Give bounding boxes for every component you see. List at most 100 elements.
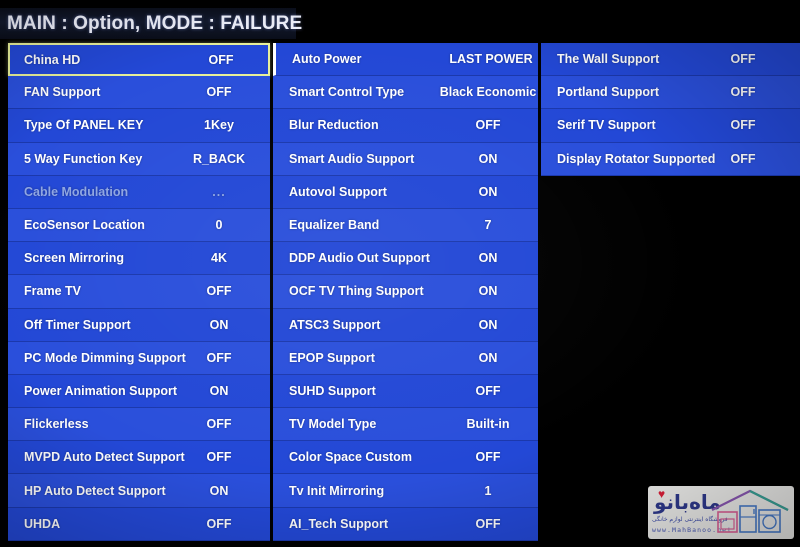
menu-row-value[interactable]: OFF: [476, 517, 501, 531]
menu-row[interactable]: UHDA OFF: [8, 507, 270, 541]
menu-row-label: EcoSensor Location: [24, 218, 145, 233]
menu-row-value[interactable]: OFF: [731, 85, 756, 99]
menu-row-label: Smart Control Type: [289, 85, 405, 100]
menu-row-label: Blur Reduction: [289, 118, 379, 133]
menu-row-value[interactable]: 7: [485, 218, 492, 232]
menu-row[interactable]: Serif TV Support OFF: [541, 109, 800, 143]
menu-row-value[interactable]: Built-in: [466, 417, 509, 431]
menu-row[interactable]: MVPD Auto Detect Support OFF: [8, 441, 270, 475]
menu-row-value[interactable]: OFF: [731, 52, 756, 66]
menu-row[interactable]: Power Animation Support ON: [8, 374, 270, 409]
menu-row[interactable]: 5 Way Function Key R_BACK: [8, 142, 270, 176]
menu-row[interactable]: The Wall Support OFF: [541, 43, 800, 77]
menu-row-value[interactable]: OFF: [476, 118, 501, 132]
menu-row-value[interactable]: ON: [479, 185, 498, 199]
menu-row[interactable]: Smart Control Type Black Economic: [273, 76, 538, 110]
menu-row-label: SUHD Support: [289, 383, 376, 398]
menu-row-label: Auto Power: [292, 52, 362, 67]
menu-row-value[interactable]: 4K: [211, 251, 227, 265]
menu-row[interactable]: Color Space Custom OFF: [273, 441, 538, 475]
menu-row[interactable]: Screen Mirroring 4K: [8, 242, 270, 276]
menu-row[interactable]: Equalizer Band 7: [273, 208, 538, 243]
menu-row-value[interactable]: OFF: [207, 351, 232, 365]
menu-row-value[interactable]: ON: [210, 384, 229, 398]
menu-row-value[interactable]: OFF: [731, 152, 756, 166]
menu-row-value: ...: [212, 184, 226, 199]
menu-row-label: DDP Audio Out Support: [289, 251, 430, 266]
menu-row-label: Smart Audio Support: [289, 151, 415, 166]
menu-row[interactable]: EcoSensor Location 0: [8, 208, 270, 243]
menu-row-value[interactable]: LAST POWER: [449, 52, 532, 66]
menu-row-label: Display Rotator Supported: [557, 151, 716, 166]
menu-row[interactable]: OCF TV Thing Support ON: [273, 275, 538, 309]
menu-row[interactable]: Frame TV OFF: [8, 275, 270, 309]
menu-row[interactable]: AI_Tech Support OFF: [273, 507, 538, 541]
menu-row-label: AI_Tech Support: [289, 516, 389, 531]
menu-row[interactable]: Auto Power LAST POWER: [273, 43, 538, 77]
menu-row-label: UHDA: [24, 516, 61, 531]
menu-row[interactable]: DDP Audio Out Support ON: [273, 242, 538, 276]
menu-row[interactable]: FAN Support OFF: [8, 76, 270, 110]
menu-row[interactable]: TV Model Type Built-in: [273, 408, 538, 442]
menu-row-label: Frame TV: [24, 284, 81, 299]
menu-row[interactable]: Autovol Support ON: [273, 175, 538, 209]
menu-row-value[interactable]: ON: [210, 318, 229, 332]
menu-row-label: Serif TV Support: [557, 118, 656, 133]
column-1: China HD OFF FAN Support OFF Type Of PANEL K…: [8, 43, 270, 541]
menu-row-label: 5 Way Function Key: [24, 151, 143, 166]
menu-row-label: Autovol Support: [289, 184, 387, 199]
menu-row-value[interactable]: 0: [216, 218, 223, 232]
watermark-logo: ♥ ماه‌بانو فروشگاه اینترنتی لوازم خانگی …: [648, 486, 794, 539]
menu-row: Cable Modulation...: [8, 175, 270, 209]
menu-row-label: China HD: [24, 52, 81, 67]
menu-row-value[interactable]: ON: [479, 284, 498, 298]
menu-row[interactable]: Type Of PANEL KEY 1Key: [8, 109, 270, 143]
menu-row[interactable]: HP Auto Detect Support ON: [8, 474, 270, 508]
menu-row-label: The Wall Support: [557, 52, 660, 67]
menu-row-label: OCF TV Thing Support: [289, 284, 424, 299]
menu-row-value[interactable]: OFF: [209, 53, 234, 67]
menu-row-label: Color Space Custom: [289, 450, 412, 465]
column-3: The Wall Support OFF Portland Support OFF Se…: [541, 43, 800, 176]
menu-row[interactable]: Display Rotator Supported OFF: [541, 142, 800, 176]
menu-row-label: Off Timer Support: [24, 317, 131, 332]
menu-row[interactable]: Flickerless OFF: [8, 408, 270, 442]
menu-row-label: Type Of PANEL KEY: [24, 118, 144, 133]
menu-row-value[interactable]: ON: [479, 152, 498, 166]
menu-row[interactable]: PC Mode Dimming Support OFF: [8, 341, 270, 375]
menu-row-value[interactable]: OFF: [207, 450, 232, 464]
menu-row-value[interactable]: OFF: [476, 384, 501, 398]
menu-row-value[interactable]: OFF: [476, 450, 501, 464]
menu-row-label: Screen Mirroring: [24, 251, 125, 266]
menu-row-label: Tv Init Mirroring: [289, 483, 385, 498]
menu-row-value[interactable]: OFF: [207, 517, 232, 531]
menu-row-label: EPOP Support: [289, 350, 375, 365]
menu-row-value[interactable]: 1: [485, 484, 492, 498]
menu-row-value[interactable]: OFF: [731, 118, 756, 132]
menu-title-bar: MAIN : Option, MODE : FAILURE: [0, 8, 302, 39]
menu-row-value[interactable]: Black Economic: [440, 85, 537, 99]
menu-row[interactable]: Smart Audio Support ON: [273, 142, 538, 176]
menu-row-value[interactable]: ON: [210, 484, 229, 498]
menu-row[interactable]: EPOP Support ON: [273, 341, 538, 375]
menu-row-value[interactable]: ON: [479, 351, 498, 365]
menu-row[interactable]: Off Timer Support ON: [8, 308, 270, 342]
menu-row-label: TV Model Type: [289, 417, 377, 432]
menu-row[interactable]: SUHD Support OFF: [273, 374, 538, 409]
menu-row[interactable]: ATSC3 Support ON: [273, 308, 538, 342]
menu-row-label: FAN Support: [24, 85, 101, 100]
menu-row-label: Cable Modulation: [24, 184, 129, 199]
menu-row[interactable]: Portland Support OFF: [541, 76, 800, 110]
menu-row[interactable]: Tv Init Mirroring 1: [273, 474, 538, 508]
menu-row-label: HP Auto Detect Support: [24, 483, 166, 498]
menu-row-value[interactable]: 1Key: [204, 118, 234, 132]
menu-row-value[interactable]: OFF: [207, 284, 232, 298]
menu-row-value[interactable]: R_BACK: [193, 152, 245, 166]
menu-row-value[interactable]: ON: [479, 251, 498, 265]
menu-row[interactable]: Blur Reduction OFF: [273, 109, 538, 143]
menu-row-label: MVPD Auto Detect Support: [24, 450, 185, 465]
menu-row-value[interactable]: ON: [479, 318, 498, 332]
menu-row[interactable]: China HD OFF: [8, 43, 270, 77]
menu-row-value[interactable]: OFF: [207, 417, 232, 431]
menu-row-value[interactable]: OFF: [207, 85, 232, 99]
